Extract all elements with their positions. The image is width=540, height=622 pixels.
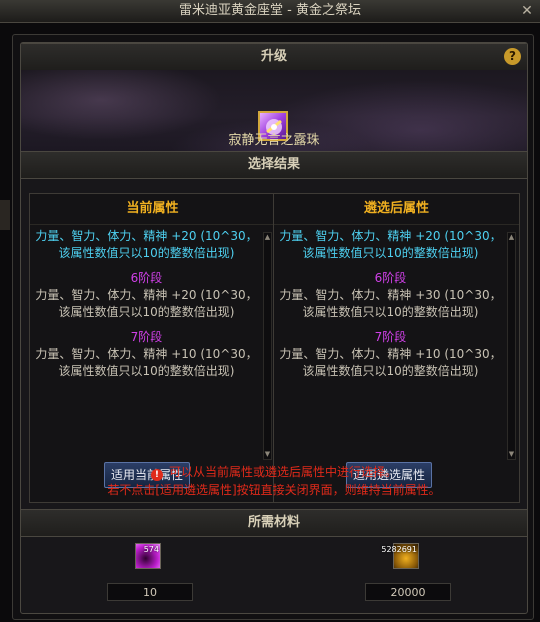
current-attributes-list[interactable]: 力量、智力、体力、精神 +20 (10^30，该属性数值只以10的整数倍出现) … xyxy=(34,228,259,458)
warning-text-1: 可以从当前属性或遴选后属性中进行选择。 xyxy=(168,465,397,479)
results-header-label: 选择结果 xyxy=(247,157,300,172)
selected-stage-6: 6阶段 xyxy=(374,271,407,285)
warning-text-2: 若不点击[适用遴选属性]按钮直接关闭界面，则维持当前属性。 xyxy=(107,483,441,497)
close-icon[interactable]: ✕ xyxy=(518,0,536,22)
window-title-bar: 雷米迪亚黄金座堂 - 黄金之祭坛 ✕ xyxy=(0,0,540,23)
scroll-down-icon[interactable]: ▼ xyxy=(508,450,515,459)
current-attr-para-1: 力量、智力、体力、精神 +20 (10^30，该属性数值只以10的整数倍出现) xyxy=(35,229,258,260)
selected-stage-7: 7阶段 xyxy=(374,330,407,344)
upgrade-header-label: 升级 xyxy=(260,49,287,64)
current-attr-para-3: 力量、智力、体力、精神 +10 (10^30，该属性数值只以10的整数倍出现) xyxy=(35,347,258,378)
current-attributes-title: 当前属性 xyxy=(30,194,275,225)
selected-attributes-box: 遴选后属性 力量、智力、体力、精神 +20 (10^30，该属性数值只以10的整… xyxy=(273,193,520,503)
selected-attr-para-1: 力量、智力、体力、精神 +20 (10^30，该属性数值只以10的整数倍出现) xyxy=(279,229,502,260)
scroll-down-icon[interactable]: ▼ xyxy=(264,450,271,459)
selected-attributes-list[interactable]: 力量、智力、体力、精神 +20 (10^30，该属性数值只以10的整数倍出现) … xyxy=(278,228,503,458)
window-title: 雷米迪亚黄金座堂 - 黄金之祭坛 xyxy=(179,3,361,18)
side-handle-icon xyxy=(0,200,10,230)
selected-attr-para-3: 力量、智力、体力、精神 +10 (10^30，该属性数值只以10的整数倍出现) xyxy=(279,347,502,378)
warning-icon: ! xyxy=(150,469,163,481)
materials-header-label: 所需材料 xyxy=(247,515,300,530)
selected-attributes-title: 遴选后属性 xyxy=(274,194,519,225)
material-stock-1: 574 xyxy=(143,545,159,554)
scroll-up-icon[interactable]: ▲ xyxy=(264,233,271,242)
material-orb-icon[interactable]: 574 xyxy=(135,543,161,569)
results-header: 选择结果 xyxy=(21,151,527,179)
current-stage-6: 6阶段 xyxy=(130,271,163,285)
upgrade-header: 升级 ? xyxy=(21,43,527,71)
material-required-2: 20000 xyxy=(365,583,451,601)
warning-line-1: ! 可以从当前属性或遴选后属性中进行选择。 xyxy=(21,463,527,481)
material-stock-2: 5282691 xyxy=(381,545,417,554)
upgrade-panel: 升级 ? 寂静无言之露珠 选择结果 当前属性 力量、智力、体力、精神 +20 (… xyxy=(20,42,528,614)
materials-header: 所需材料 xyxy=(21,509,527,537)
item-name: 寂静无言之露珠 xyxy=(228,133,320,148)
material-required-1: 10 xyxy=(107,583,193,601)
scroll-up-icon[interactable]: ▲ xyxy=(508,233,515,242)
current-scrollbar[interactable]: ▲ ▼ xyxy=(263,232,272,460)
current-stage-7: 7阶段 xyxy=(130,330,163,344)
gold-coins-icon[interactable]: 5282691 xyxy=(381,543,419,569)
selected-attr-para-2: 力量、智力、体力、精神 +30 (10^30，该属性数值只以10的整数倍出现) xyxy=(279,288,502,319)
current-attributes-box: 当前属性 力量、智力、体力、精神 +20 (10^30，该属性数值只以10的整数… xyxy=(29,193,276,503)
current-attr-para-2: 力量、智力、体力、精神 +20 (10^30，该属性数值只以10的整数倍出现) xyxy=(35,288,258,319)
question-icon[interactable]: ? xyxy=(504,48,521,65)
selected-scrollbar[interactable]: ▲ ▼ xyxy=(507,232,516,460)
